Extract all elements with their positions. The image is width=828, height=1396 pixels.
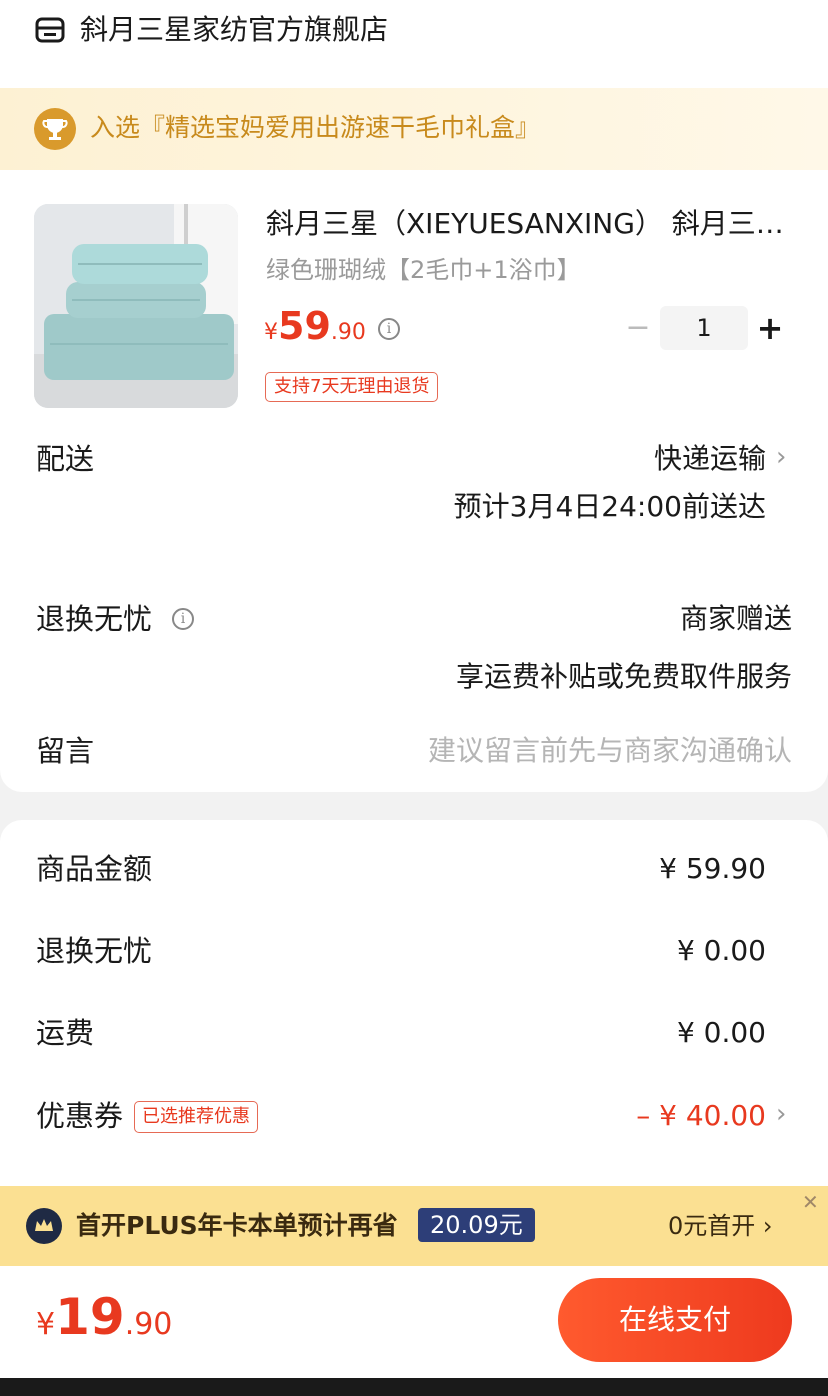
chevron-right-icon[interactable]: › bbox=[776, 442, 786, 472]
return-service-desc: 享运费补贴或免费取件服务 bbox=[455, 660, 792, 693]
shipping-value: ¥ 0.00 bbox=[676, 1016, 766, 1049]
return-service-label: 退换无忧 bbox=[36, 602, 153, 636]
coupon-label: 优惠券 bbox=[36, 1099, 124, 1133]
goods-amount-label: 商品金额 bbox=[36, 852, 153, 886]
delivery-method[interactable]: 快递运输 bbox=[654, 438, 766, 480]
delivery-eta: 预计3月4日24:00前送达 bbox=[453, 490, 766, 523]
product-price: ¥59.90 bbox=[264, 304, 366, 348]
plus-savings-badge: 20.09元 bbox=[418, 1208, 535, 1242]
plus-crown-icon bbox=[26, 1208, 62, 1244]
total-decimal: .90 bbox=[124, 1307, 173, 1342]
checkout-bar: ¥19.90 在线支付 bbox=[0, 1266, 828, 1378]
return-service-value: 商家赠送 bbox=[679, 602, 792, 635]
price-decimal: .90 bbox=[330, 320, 366, 345]
price-currency: ¥ bbox=[264, 320, 278, 345]
message-input[interactable]: 建议留言前先与商家沟通确认 bbox=[428, 730, 792, 772]
shipping-label: 运费 bbox=[36, 1016, 95, 1050]
coupon-tag: 已选推荐优惠 bbox=[134, 1101, 258, 1133]
quantity-plus-button[interactable]: + bbox=[756, 308, 784, 348]
plus-open-button[interactable]: 0元首开 › bbox=[668, 1204, 773, 1248]
return-info-icon[interactable]: i bbox=[172, 608, 194, 630]
return-fee-value: ¥ 0.00 bbox=[676, 934, 766, 967]
price-info-icon[interactable]: i bbox=[378, 318, 400, 340]
store-name[interactable]: 斜月三星家纺官方旗舰店 bbox=[80, 10, 388, 50]
pay-online-button[interactable]: 在线支付 bbox=[558, 1278, 792, 1362]
promo-banner[interactable]: 入选『精选宝妈爱用出游速干毛巾礼盒』 bbox=[0, 88, 828, 170]
close-icon[interactable]: ✕ bbox=[802, 1190, 819, 1214]
plus-membership-banner[interactable]: 首开PLUS年卡本单预计再省 20.09元 0元首开 › ✕ bbox=[0, 1186, 828, 1266]
return-fee-label: 退换无忧 bbox=[36, 934, 153, 968]
promo-text: 入选『精选宝妈爱用出游速干毛巾礼盒』 bbox=[90, 113, 541, 142]
message-label: 留言 bbox=[36, 734, 95, 768]
delivery-label: 配送 bbox=[36, 442, 95, 476]
order-card: 斜月三星家纺官方旗舰店 入选『精选宝妈爱用出游速干毛巾礼盒』 斜月三星（XIEY… bbox=[0, 0, 828, 792]
home-indicator bbox=[0, 1378, 828, 1396]
return-policy-tag: 支持7天无理由退货 bbox=[265, 372, 439, 402]
product-title[interactable]: 斜月三星（XIEYUESANXING） 斜月三星毛巾浴巾套装 bbox=[266, 202, 786, 246]
price-summary-card: 商品金额 ¥ 59.90 退换无忧 ¥ 0.00 运费 ¥ 0.00 优惠券 已… bbox=[0, 820, 828, 1200]
price-integer: 59 bbox=[278, 304, 331, 348]
total-price: ¥19.90 bbox=[36, 1288, 172, 1346]
trophy-icon bbox=[34, 108, 76, 150]
quantity-minus-button[interactable]: − bbox=[624, 308, 652, 348]
plus-promo-text: 首开PLUS年卡本单预计再省 bbox=[76, 1211, 398, 1240]
product-spec[interactable]: 绿色珊瑚绒【2毛巾+1浴巾】 bbox=[266, 252, 581, 288]
goods-amount-value: ¥ 59.90 bbox=[659, 852, 766, 885]
product-thumbnail[interactable] bbox=[34, 204, 238, 408]
total-integer: 19 bbox=[55, 1288, 125, 1346]
store-icon bbox=[35, 17, 65, 43]
total-currency: ¥ bbox=[36, 1307, 56, 1342]
quantity-input[interactable]: 1 bbox=[660, 306, 748, 350]
chevron-right-icon[interactable]: › bbox=[776, 1099, 786, 1129]
coupon-value[interactable]: – ¥ 40.00 bbox=[636, 1095, 766, 1137]
